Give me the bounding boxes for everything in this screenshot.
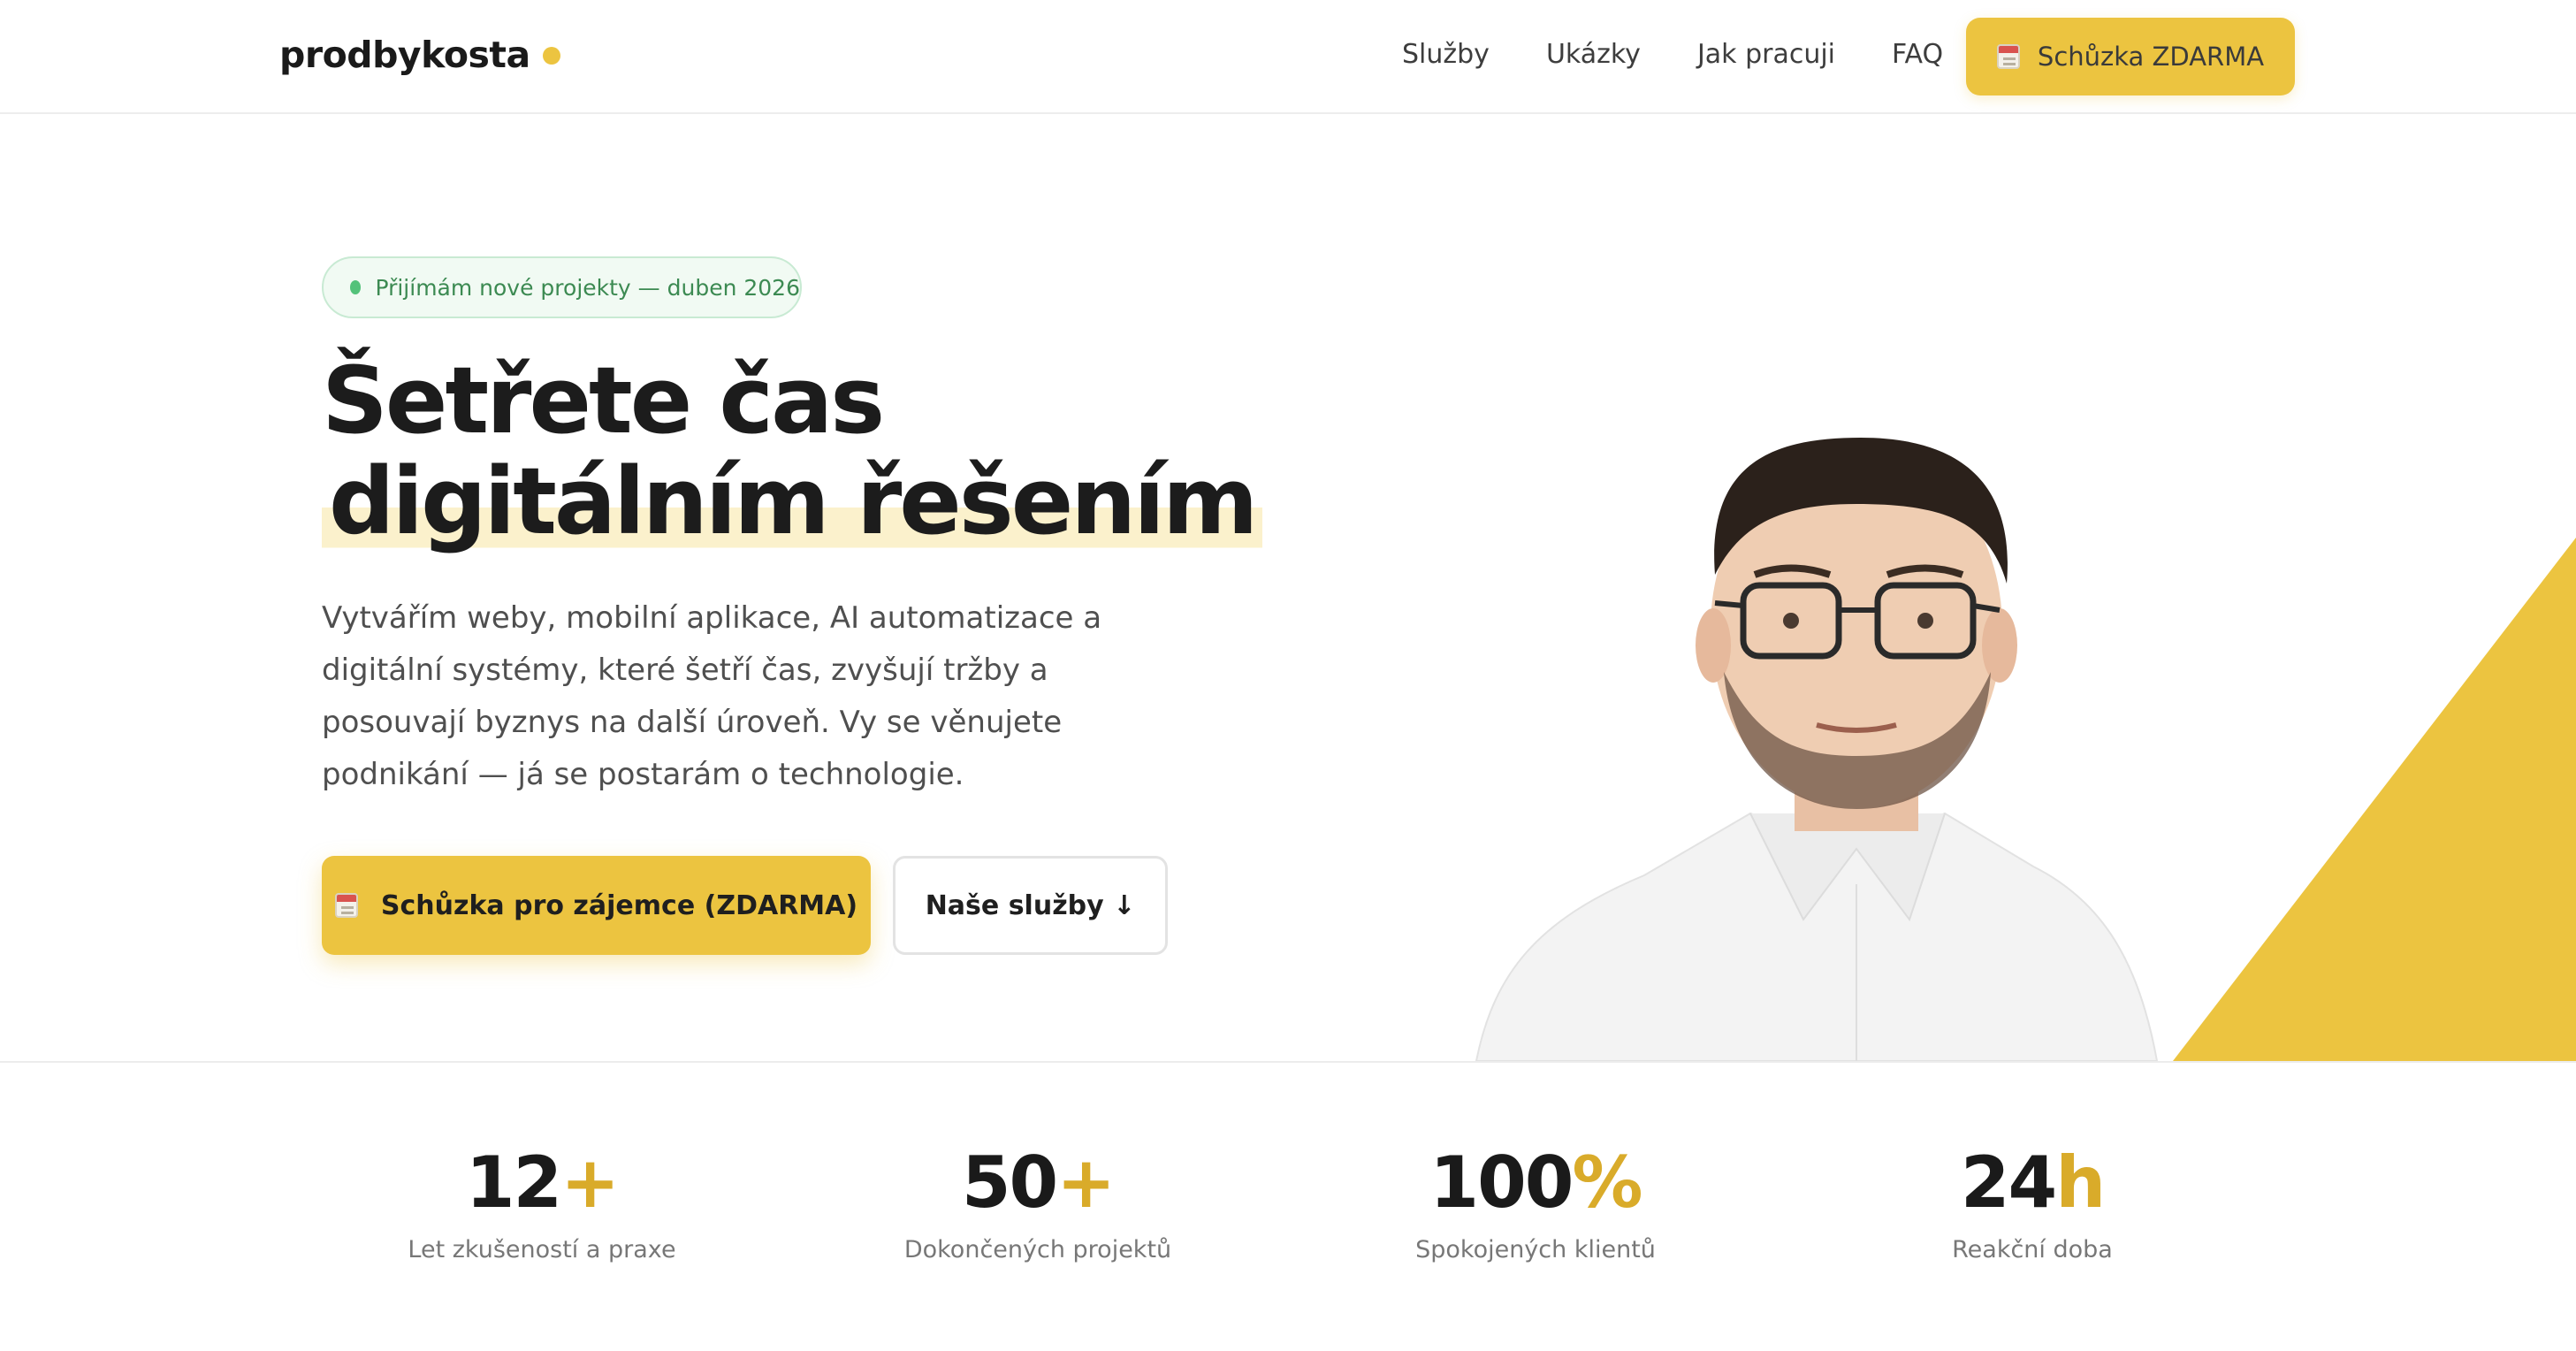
stat-experience: 12+ Let zkušeností a praxe bbox=[312, 1141, 772, 1263]
header-meeting-label: Schůzka ZDARMA bbox=[2037, 42, 2265, 72]
hero-portrait-illustration bbox=[1475, 438, 2576, 1062]
yellow-triangle-decor bbox=[2173, 538, 2576, 1061]
stats-divider bbox=[0, 1061, 2576, 1063]
hero-title-line-2: digitálním řešením bbox=[322, 451, 1263, 552]
brand-dot-icon bbox=[542, 47, 560, 65]
calendar-icon bbox=[334, 893, 358, 918]
status-dot-icon bbox=[350, 280, 362, 294]
stat-satisfied-clients: 100% Spokojených klientů bbox=[1306, 1141, 1765, 1263]
stat-value: 12+ bbox=[312, 1141, 772, 1225]
stat-label: Dokončených projektů bbox=[903, 1236, 1172, 1263]
site-header: prodbykosta Služby Ukázky Jak pracuji FA… bbox=[0, 0, 2576, 114]
book-meeting-button[interactable]: Schůzka pro zájemce (ZDARMA) bbox=[322, 856, 871, 955]
stat-value: 50+ bbox=[808, 1141, 1268, 1225]
stat-number: 50 bbox=[961, 1141, 1058, 1224]
stat-suffix: h bbox=[2055, 1141, 2106, 1224]
stat-number: 100 bbox=[1429, 1141, 1574, 1224]
availability-text: Přijímám nové projekty — duben 2026 bbox=[375, 274, 800, 301]
stat-value: 24h bbox=[1802, 1141, 2262, 1225]
hero-description: Vytvářím weby, mobilní aplikace, AI auto… bbox=[322, 600, 1102, 792]
hero-title: Šetřete čas digitálním řešením bbox=[322, 347, 1263, 552]
hero-title-line-1: Šetřete čas bbox=[322, 347, 885, 454]
header-meeting-button[interactable]: Schůzka ZDARMA bbox=[1966, 18, 2295, 95]
stat-suffix: + bbox=[1056, 1141, 1116, 1224]
our-services-button[interactable]: Naše služby ↓ bbox=[893, 856, 1168, 955]
stat-suffix: % bbox=[1572, 1141, 1642, 1224]
brand-name: prodbykosta bbox=[279, 34, 530, 76]
main-nav: Služby Ukázky Jak pracuji FAQ bbox=[1402, 39, 1943, 70]
nav-item-ukazky[interactable]: Ukázky bbox=[1546, 39, 1641, 70]
stat-value: 100% bbox=[1306, 1141, 1765, 1225]
brand-logo[interactable]: prodbykosta bbox=[279, 34, 560, 76]
stat-number: 24 bbox=[1960, 1141, 2057, 1224]
stat-response-time: 24h Reakční doba bbox=[1802, 1141, 2262, 1263]
book-meeting-label: Schůzka pro zájemce (ZDARMA) bbox=[380, 889, 858, 921]
nav-item-jak-pracuji[interactable]: Jak pracuji bbox=[1697, 39, 1835, 70]
stat-label: Reakční doba bbox=[1952, 1236, 2113, 1263]
stat-number: 12 bbox=[465, 1141, 562, 1224]
calendar-icon bbox=[1996, 44, 2020, 69]
nav-item-sluzby[interactable]: Služby bbox=[1402, 39, 1490, 70]
stat-projects: 50+ Dokončených projektů bbox=[808, 1141, 1268, 1263]
stat-label: Let zkušeností a praxe bbox=[408, 1236, 676, 1263]
our-services-label: Naše služby ↓ bbox=[925, 889, 1136, 921]
nav-item-faq[interactable]: FAQ bbox=[1892, 39, 1943, 70]
stat-suffix: + bbox=[560, 1141, 620, 1224]
stat-label: Spokojených klientů bbox=[1415, 1236, 1656, 1263]
availability-badge: Přijímám nové projekty — duben 2026 bbox=[322, 256, 802, 318]
